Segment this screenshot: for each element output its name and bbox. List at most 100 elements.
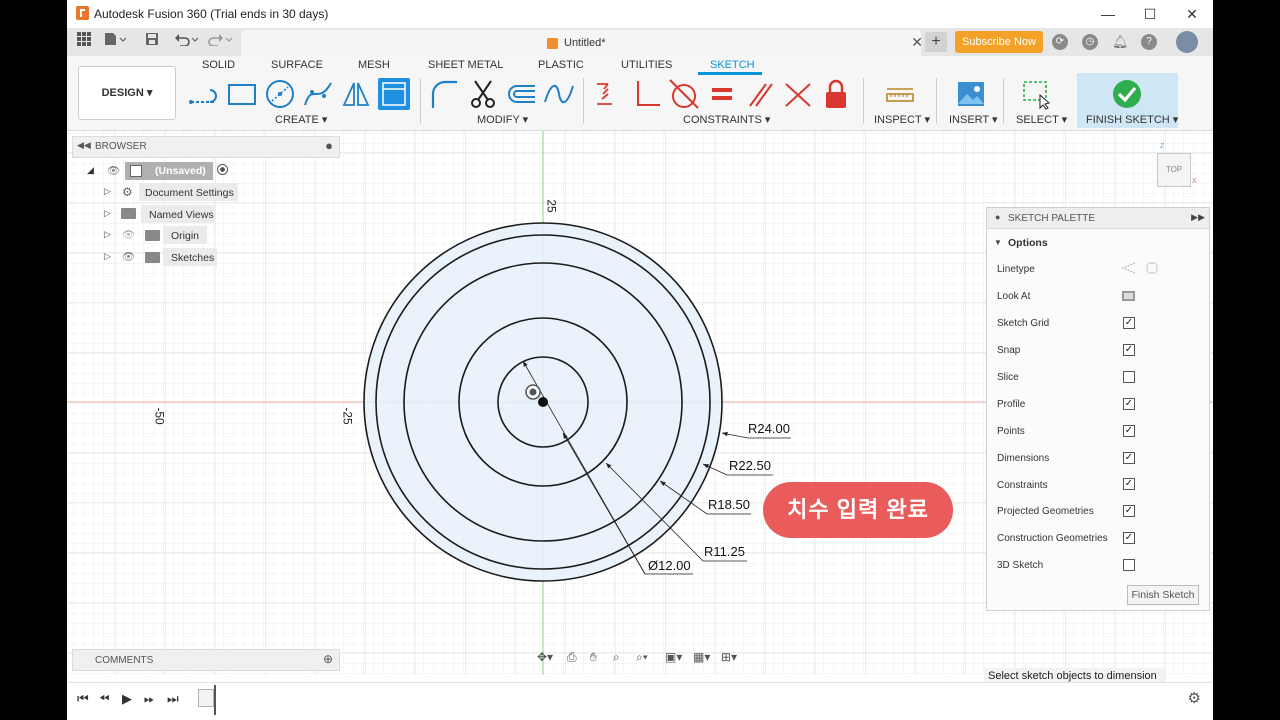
timeline-settings-gear-icon[interactable]: ⚙	[1188, 689, 1201, 707]
select-group-label[interactable]: SELECT ▾	[1016, 113, 1067, 126]
center-point[interactable]	[538, 397, 548, 407]
constraints-checkbox[interactable]: ✓	[1123, 478, 1135, 490]
construction-linetype-icon[interactable]	[1121, 261, 1137, 278]
dimension-d12[interactable]: Ø12.00	[648, 558, 691, 573]
modify-group-label[interactable]: MODIFY ▾	[477, 113, 528, 126]
timeline-previous-icon[interactable]: ⏪︎	[99, 691, 109, 707]
tab-sheet-metal[interactable]: SHEET METAL	[428, 59, 503, 71]
rectangle-tool-icon[interactable]	[226, 78, 258, 110]
line-tool-icon[interactable]	[188, 78, 220, 110]
tangent-constraint-icon[interactable]	[668, 78, 700, 110]
timeline-play-icon[interactable]: ▶	[122, 691, 132, 707]
notifications-bell-icon[interactable]: 🔔︎	[1112, 34, 1129, 50]
3d-sketch-checkbox[interactable]	[1123, 559, 1135, 571]
measure-ruler-icon[interactable]	[884, 78, 916, 110]
insert-image-icon[interactable]	[955, 78, 987, 110]
options-section-title[interactable]: Options	[1008, 237, 1048, 249]
add-comment-icon[interactable]: ⊕	[323, 652, 333, 666]
collapse-browser-icon[interactable]: ◀◀	[77, 140, 91, 151]
create-group-label[interactable]: CREATE ▾	[275, 113, 327, 126]
profile-checkbox[interactable]: ✓	[1123, 398, 1135, 410]
document-tab[interactable]: Untitled* ✕	[241, 30, 923, 56]
finish-sketch-label[interactable]: FINISH SKETCH ▾	[1086, 113, 1178, 126]
coincident-constraint-icon[interactable]	[592, 78, 624, 110]
equal-constraint-icon[interactable]	[706, 78, 738, 110]
construction-geometries-checkbox[interactable]: ✓	[1123, 532, 1135, 544]
view-cube[interactable]: TOP	[1157, 153, 1191, 187]
tab-solid[interactable]: SOLID	[202, 59, 235, 71]
palette-finish-sketch-button[interactable]: Finish Sketch	[1127, 585, 1199, 605]
expand-icon[interactable]: ▷	[104, 186, 111, 197]
sketch-grid-checkbox[interactable]: ✓	[1123, 317, 1135, 329]
window-select-icon[interactable]	[1021, 78, 1053, 110]
sketch-curve-tool-icon[interactable]	[543, 78, 575, 110]
dimension-r11-25[interactable]: R11.25	[704, 544, 745, 559]
browser-options-icon[interactable]: ●	[325, 138, 333, 153]
projected-geometries-checkbox[interactable]: ✓	[1123, 505, 1135, 517]
tab-sketch[interactable]: SKETCH	[710, 59, 755, 71]
timeline-marker[interactable]	[214, 685, 216, 715]
inspect-group-label[interactable]: INSPECT ▾	[874, 113, 930, 126]
zoom-icon[interactable]: ⌕	[613, 650, 620, 665]
insert-group-label[interactable]: INSERT ▾	[949, 113, 998, 126]
subscribe-button[interactable]: Subscribe Now	[955, 31, 1043, 53]
points-checkbox[interactable]: ✓	[1123, 425, 1135, 437]
file-menu-icon[interactable]	[103, 32, 127, 52]
tab-mesh[interactable]: MESH	[358, 59, 390, 71]
save-icon[interactable]	[143, 32, 161, 52]
constraints-group-label[interactable]: CONSTRAINTS ▾	[683, 113, 770, 126]
timeline-first-icon[interactable]: ⏮	[77, 691, 89, 707]
dimension-r24[interactable]: R24.00	[748, 421, 790, 436]
data-panel-grid-icon[interactable]	[75, 32, 93, 52]
undo-icon[interactable]	[173, 32, 201, 52]
look-at-nav-icon[interactable]: ⎙	[567, 650, 577, 665]
expand-icon[interactable]: ▷	[104, 251, 111, 262]
fillet-tool-icon[interactable]	[429, 78, 461, 110]
dimension-r18-5[interactable]: R18.50	[708, 497, 750, 512]
minimize-button[interactable]: —	[1093, 4, 1123, 24]
workspace-switcher[interactable]: DESIGN ▾	[78, 66, 176, 120]
sketch-palette-header[interactable]: ● SKETCH PALETTE ▶▶	[987, 208, 1209, 229]
expand-icon[interactable]: ▷	[104, 229, 111, 240]
viewports-icon[interactable]: ⊞▾	[721, 650, 737, 664]
palette-collapse-icon[interactable]: ●	[995, 212, 1000, 222]
activate-radio-icon[interactable]	[217, 164, 228, 175]
display-settings-icon[interactable]: ▣▾	[665, 650, 682, 664]
close-button[interactable]: ✕	[1177, 4, 1207, 24]
fix-lock-icon[interactable]	[820, 78, 852, 110]
job-status-icon[interactable]: ◷	[1082, 34, 1098, 50]
comments-panel[interactable]: COMMENTS ⊕	[72, 649, 340, 671]
snap-checkbox[interactable]: ✓	[1123, 344, 1135, 356]
options-toggle-icon[interactable]: ▼	[994, 238, 1002, 247]
palette-expand-icon[interactable]: ▶▶	[1191, 212, 1205, 223]
timeline-last-icon[interactable]: ⏭	[167, 691, 179, 707]
trim-tool-icon[interactable]	[467, 78, 499, 110]
collinear-constraint-icon[interactable]	[782, 78, 814, 110]
root-expand-icon[interactable]: ◢	[87, 165, 94, 176]
new-tab-button[interactable]: +	[925, 32, 947, 52]
tab-utilities[interactable]: UTILITIES	[621, 59, 672, 71]
tab-surface[interactable]: SURFACE	[271, 59, 323, 71]
parallel-constraint-icon[interactable]	[744, 78, 776, 110]
close-document-tab[interactable]: ✕	[911, 34, 923, 51]
pan-hand-icon[interactable]: ✋︎	[590, 650, 597, 665]
timeline-next-icon[interactable]: ⏩︎	[144, 691, 154, 707]
circle-tool-icon[interactable]	[264, 78, 296, 110]
maximize-button[interactable]: ☐	[1135, 4, 1165, 24]
grid-settings-icon[interactable]: ▦▾	[693, 650, 710, 664]
dimension-r22-5[interactable]: R22.50	[729, 458, 771, 473]
fit-icon[interactable]: ⌕▾	[636, 650, 648, 665]
tab-plastic[interactable]: PLASTIC	[538, 59, 584, 71]
offset-tool-icon[interactable]	[505, 78, 537, 110]
visibility-eye-icon[interactable]: 👁︎	[122, 250, 135, 263]
redo-icon[interactable]	[207, 32, 235, 52]
mirror-tool-icon[interactable]	[340, 78, 372, 110]
user-avatar[interactable]	[1176, 31, 1198, 53]
dimensions-checkbox[interactable]: ✓	[1123, 452, 1135, 464]
root-visibility-eye-icon[interactable]: 👁︎	[107, 164, 120, 177]
expand-icon[interactable]: ▷	[104, 208, 111, 219]
timeline-sketch-feature-icon[interactable]	[198, 689, 214, 707]
orbit-icon[interactable]: ✥▾	[537, 650, 553, 664]
spline-tool-icon[interactable]	[302, 78, 334, 110]
browser-panel-header[interactable]: ◀◀ BROWSER ●	[72, 136, 340, 158]
